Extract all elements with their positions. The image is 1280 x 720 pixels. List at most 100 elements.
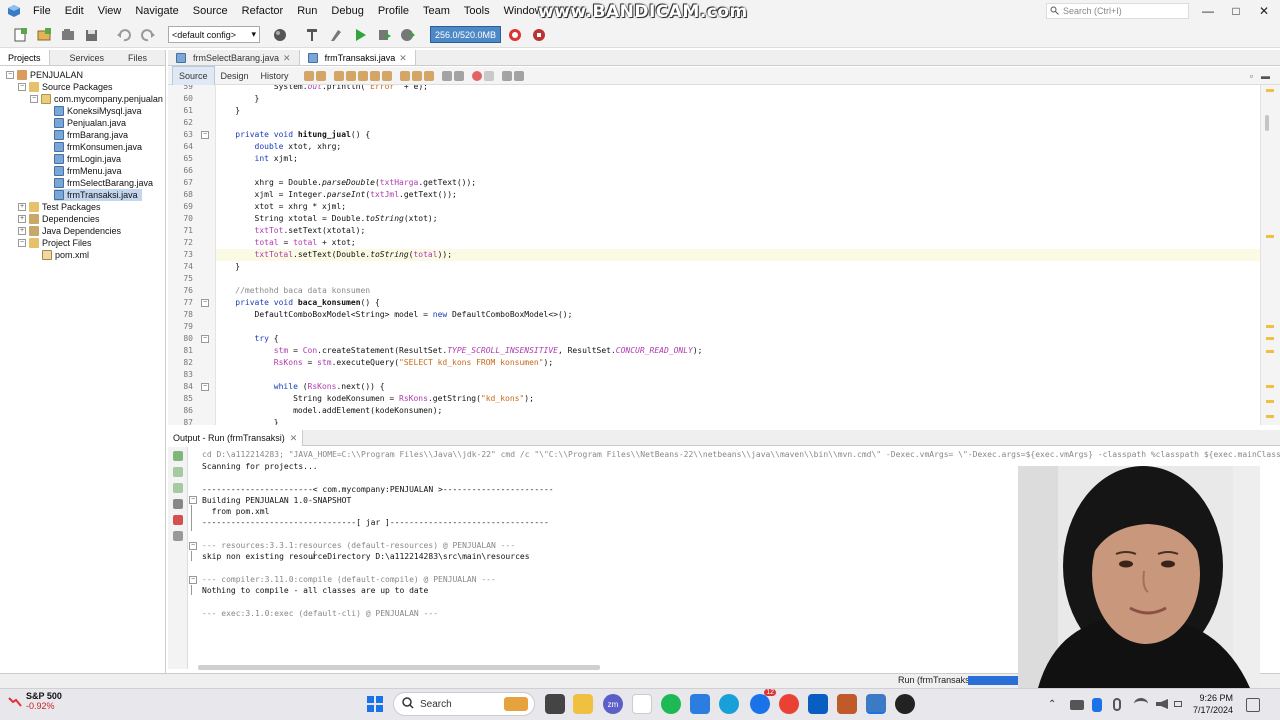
close-tab-icon[interactable]: ✕ xyxy=(283,50,291,66)
clean-build-icon[interactable] xyxy=(326,25,346,45)
warning-marker[interactable] xyxy=(1266,400,1274,403)
fold-toggle-icon[interactable]: − xyxy=(189,496,197,504)
tab-frmtransaksi[interactable]: frmTransaksi.java ✕ xyxy=(299,50,416,66)
vscode-icon[interactable] xyxy=(690,694,710,714)
warning-marker[interactable] xyxy=(1266,89,1274,92)
tree-file-selected[interactable]: frmTransaksi.java xyxy=(54,189,142,201)
minimize-button[interactable]: — xyxy=(1194,2,1222,20)
word-icon[interactable] xyxy=(808,694,828,714)
close-tab-icon[interactable]: ✕ xyxy=(399,50,407,66)
warning-marker[interactable] xyxy=(1266,337,1274,340)
chart-icon[interactable] xyxy=(501,70,512,81)
fold-toggle-icon[interactable]: − xyxy=(201,383,209,391)
comment-icon[interactable] xyxy=(513,70,524,81)
maximize-button[interactable]: □ xyxy=(1222,2,1250,20)
wifi-icon[interactable] xyxy=(1134,698,1148,710)
gc-icon[interactable] xyxy=(505,25,525,45)
network-icon[interactable] xyxy=(1070,700,1084,710)
tree-package[interactable]: − com.mycompany.penjualan xyxy=(30,93,163,105)
expand-icon[interactable]: + xyxy=(18,227,26,235)
find-selection-icon[interactable] xyxy=(369,70,380,81)
scroll-thumb[interactable] xyxy=(1265,115,1269,131)
memory-indicator[interactable]: 256.0/520.0MB xyxy=(430,26,502,43)
tree-file[interactable]: KoneksiMysql.java xyxy=(54,105,142,117)
new-project-icon[interactable] xyxy=(34,25,54,45)
tab-history[interactable]: History xyxy=(255,67,295,85)
whatsapp-icon[interactable]: 12 xyxy=(750,689,776,714)
menu-edit[interactable]: Edit xyxy=(58,0,91,22)
tree-project-root[interactable]: − PENJUALAN xyxy=(6,69,83,81)
warning-marker[interactable] xyxy=(1266,325,1274,328)
battery-icon[interactable] xyxy=(1174,701,1182,707)
fold-toggle-icon[interactable]: − xyxy=(189,576,197,584)
globe-icon[interactable] xyxy=(270,25,290,45)
toggle-bookmark-icon[interactable] xyxy=(423,70,434,81)
clear-icon[interactable] xyxy=(173,531,183,541)
menu-view[interactable]: View xyxy=(91,0,129,22)
bluetooth-icon[interactable] xyxy=(1092,698,1102,712)
collapse-icon[interactable]: − xyxy=(6,71,14,79)
code-editor[interactable]: System.out.println("Error" + e); } } pri… xyxy=(216,85,1260,425)
spotify-icon[interactable] xyxy=(661,694,681,714)
settings-icon[interactable] xyxy=(173,499,183,509)
menu-team[interactable]: Team xyxy=(416,0,457,22)
back-icon[interactable] xyxy=(303,70,314,81)
profile-icon[interactable] xyxy=(398,25,418,45)
notifications-icon[interactable] xyxy=(1246,698,1260,712)
config-select[interactable]: <default config> ▾ xyxy=(168,26,260,43)
tree-project-files[interactable]: − Project Files xyxy=(18,237,92,249)
taskbar-search[interactable]: Search xyxy=(393,692,535,716)
close-tab-icon[interactable]: ✕ xyxy=(290,430,298,446)
close-button[interactable]: ✕ xyxy=(1250,2,1278,20)
menu-source[interactable]: Source xyxy=(186,0,235,22)
fold-toggle-icon[interactable]: − xyxy=(201,131,209,139)
shift-right-icon[interactable] xyxy=(453,70,464,81)
zoom-icon[interactable]: zm xyxy=(603,694,623,714)
shift-left-icon[interactable] xyxy=(441,70,452,81)
taskbar-clock[interactable]: 9:26 PM 7/17/2024 xyxy=(1183,692,1233,716)
warning-marker[interactable] xyxy=(1266,235,1274,238)
find-icon[interactable] xyxy=(333,70,344,81)
menu-profile[interactable]: Profile xyxy=(371,0,416,22)
chrome-icon[interactable] xyxy=(779,694,799,714)
menu-refactor[interactable]: Refactor xyxy=(235,0,291,22)
menu-run[interactable]: Run xyxy=(290,0,324,22)
find-next-icon[interactable] xyxy=(357,70,368,81)
tree-source-packages[interactable]: − Source Packages xyxy=(18,81,113,93)
stop-icon[interactable] xyxy=(173,515,183,525)
tree-file[interactable]: pom.xml xyxy=(42,249,89,261)
tab-services[interactable]: Services xyxy=(62,50,113,65)
tree-dependencies[interactable]: + Dependencies xyxy=(18,213,100,225)
undo-icon[interactable] xyxy=(114,25,134,45)
tab-design[interactable]: Design xyxy=(215,67,255,85)
tree-file[interactable]: frmKonsumen.java xyxy=(54,141,142,153)
expand-icon[interactable]: + xyxy=(18,215,26,223)
rerun-with-params-icon[interactable] xyxy=(173,467,183,477)
warning-marker[interactable] xyxy=(1266,385,1274,388)
highlight-icon[interactable] xyxy=(381,70,392,81)
task-view-icon[interactable] xyxy=(545,694,565,714)
tree-file[interactable]: frmBarang.java xyxy=(54,129,128,141)
output-horizontal-scrollbar[interactable] xyxy=(198,665,600,670)
menu-file[interactable]: File xyxy=(26,0,58,22)
tree-file[interactable]: Penjualan.java xyxy=(54,117,126,129)
stock-widget[interactable]: S&P 500 -0.92% xyxy=(8,691,62,711)
fold-toggle-icon[interactable]: − xyxy=(201,299,209,307)
build-icon[interactable] xyxy=(302,25,322,45)
tree-java-dependencies[interactable]: + Java Dependencies xyxy=(18,225,121,237)
start-button-icon[interactable] xyxy=(365,694,385,714)
new-file-icon[interactable] xyxy=(10,25,30,45)
stop-macro-icon[interactable] xyxy=(483,70,494,81)
fold-toggle-icon[interactable]: − xyxy=(201,335,209,343)
redo-icon[interactable] xyxy=(138,25,158,45)
next-bookmark-icon[interactable] xyxy=(411,70,422,81)
warning-marker[interactable] xyxy=(1266,415,1274,418)
rerun-icon[interactable] xyxy=(173,451,183,461)
maximize-editor-icon[interactable]: ▫ xyxy=(1250,71,1253,81)
forward-icon[interactable] xyxy=(315,70,326,81)
run-icon[interactable] xyxy=(350,25,370,45)
collapse-icon[interactable]: − xyxy=(18,83,26,91)
profile-ide-icon[interactable] xyxy=(529,25,549,45)
file-explorer-icon[interactable] xyxy=(573,694,593,714)
microphone-icon[interactable] xyxy=(1113,698,1121,711)
